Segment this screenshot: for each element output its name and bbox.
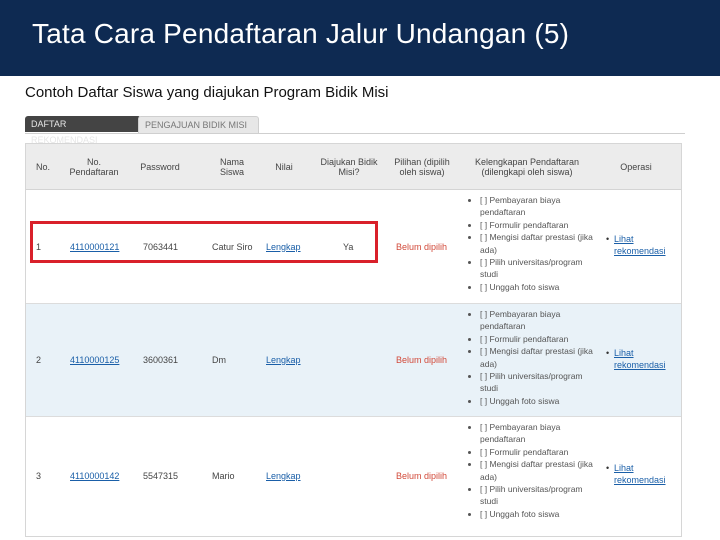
student-name: Dm: [212, 355, 226, 365]
title-bar: Tata Cara Pendaftaran Jalur Undangan (5): [0, 0, 720, 76]
highlight-box: [30, 221, 378, 263]
checklist-item: [ ] Pilih universitas/program studi: [480, 256, 600, 281]
table-row: 3 4110000142 5547315 Mario Lengkap Belum…: [26, 417, 681, 535]
checklist-item: [ ] Unggah foto siswa: [480, 508, 600, 520]
bullet-icon: •: [606, 463, 610, 473]
col-header-diajukan: Diajukan Bidik Misi?: [320, 156, 378, 177]
pilihan-status: Belum dipilih: [396, 355, 448, 365]
subtitle: Contoh Daftar Siswa yang diajukan Progra…: [25, 84, 389, 101]
checklist-item: [ ] Mengisi daftar prestasi (jika ada): [480, 345, 600, 370]
lihat-rekomendasi-link[interactable]: Lihat rekomendasi: [614, 463, 666, 485]
tab-pengajuan-bidik-misi[interactable]: PENGAJUAN BIDIK MISI: [138, 116, 259, 134]
password-value: 5547315: [143, 471, 179, 481]
col-header-pilihan: Pilihan (dipilih oleh siswa): [394, 156, 450, 177]
password-value: 3600361: [143, 355, 179, 365]
no-pendaftaran-link[interactable]: 4110000142: [70, 417, 119, 535]
table-header: No. No. Pendaftaran Password Nama Siswa …: [26, 144, 681, 190]
tab-daftar-rekomendasi[interactable]: DAFTAR REKOMENDASI: [25, 116, 141, 145]
operasi-cell: • Lihat rekomendasi: [606, 462, 684, 486]
checklist-item: [ ] Pilih universitas/program studi: [480, 370, 600, 395]
checklist-item: [ ] Mengisi daftar prestasi (jika ada): [480, 231, 600, 256]
checklist-item: [ ] Pembayaran biaya pendaftaran: [480, 421, 600, 446]
no-pendaftaran-link[interactable]: 4110000125: [70, 304, 119, 416]
col-header-nilai: Nilai: [275, 161, 293, 172]
lihat-rekomendasi-link[interactable]: Lihat rekomendasi: [614, 234, 666, 256]
col-header-no-pendaftaran: No. Pendaftaran: [69, 156, 119, 177]
student-table: No. No. Pendaftaran Password Nama Siswa …: [25, 143, 682, 537]
bullet-icon: •: [606, 348, 610, 358]
col-header-nama: Nama Siswa: [219, 156, 244, 177]
nilai-link[interactable]: Lengkap: [266, 417, 301, 535]
student-name: Mario: [212, 471, 235, 481]
table-row: 2 4110000125 3600361 Dm Lengkap Belum di…: [26, 304, 681, 417]
col-header-no: No.: [35, 161, 50, 172]
checklist-item: [ ] Formulir pendaftaran: [480, 219, 600, 231]
kelengkapan-checklist: [ ] Pembayaran biaya pendaftaran [ ] For…: [468, 421, 600, 520]
nilai-link[interactable]: Lengkap: [266, 304, 301, 416]
row-no: 3: [36, 471, 42, 481]
page-title: Tata Cara Pendaftaran Jalur Undangan (5): [32, 18, 570, 49]
kelengkapan-checklist: [ ] Pembayaran biaya pendaftaran [ ] For…: [468, 194, 600, 293]
pilihan-status: Belum dipilih: [396, 241, 448, 252]
col-header-operasi: Operasi: [620, 161, 652, 172]
col-header-kelengkapan: Kelengkapan Pendaftaran (dilengkapi oleh…: [474, 156, 580, 177]
operasi-cell: • Lihat rekomendasi: [606, 233, 684, 257]
checklist-item: [ ] Unggah foto siswa: [480, 395, 600, 407]
operasi-cell: • Lihat rekomendasi: [606, 347, 684, 371]
checklist-item: [ ] Mengisi daftar prestasi (jika ada): [480, 458, 600, 483]
row-no: 2: [36, 355, 42, 365]
tab-divider: [25, 133, 685, 134]
checklist-item: [ ] Pembayaran biaya pendaftaran: [480, 194, 600, 219]
kelengkapan-checklist: [ ] Pembayaran biaya pendaftaran [ ] For…: [468, 308, 600, 407]
bullet-icon: •: [606, 234, 610, 244]
lihat-rekomendasi-link[interactable]: Lihat rekomendasi: [614, 348, 666, 370]
checklist-item: [ ] Unggah foto siswa: [480, 281, 600, 293]
checklist-item: [ ] Pembayaran biaya pendaftaran: [480, 308, 600, 333]
col-header-password: Password: [140, 161, 180, 172]
pilihan-status: Belum dipilih: [396, 471, 448, 481]
checklist-item: [ ] Pilih universitas/program studi: [480, 483, 600, 508]
checklist-item: [ ] Formulir pendaftaran: [480, 333, 600, 345]
checklist-item: [ ] Formulir pendaftaran: [480, 446, 600, 458]
